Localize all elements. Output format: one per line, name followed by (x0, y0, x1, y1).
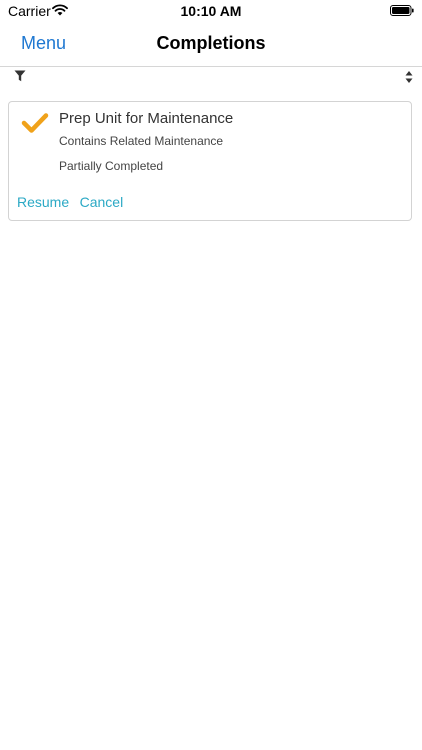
completion-subtitle: Contains Related Maintenance (59, 134, 224, 148)
status-time: 10:10 AM (180, 3, 242, 19)
cancel-button[interactable]: Cancel (80, 194, 124, 210)
completion-status: Partially Completed (59, 159, 164, 173)
battery-icon (390, 5, 414, 16)
completion-title: Prep Unit for Maintenance (59, 110, 234, 127)
card-actions: Resume Cancel (17, 194, 129, 212)
resume-button[interactable]: Resume (17, 194, 69, 210)
navigation-bar: Menu Completions (0, 22, 422, 67)
completion-card[interactable]: Prep Unit for Maintenance Contains Relat… (8, 101, 412, 221)
filter-toolbar (0, 66, 422, 88)
sort-icon[interactable] (405, 70, 413, 84)
page-title: Completions (156, 33, 266, 53)
status-bar: Carrier 10:10 AM (0, 0, 422, 22)
filter-icon[interactable] (14, 70, 26, 82)
check-icon (21, 113, 49, 133)
